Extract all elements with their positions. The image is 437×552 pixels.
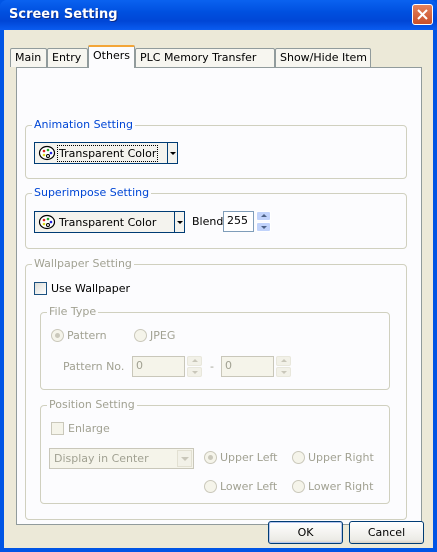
- chevron-down-icon[interactable]: [175, 211, 185, 233]
- superimpose-color-value: Transparent Color: [59, 215, 157, 229]
- enlarge-checkbox[interactable]: [51, 422, 64, 435]
- tab-entry[interactable]: Entry: [47, 48, 88, 67]
- chevron-down-icon[interactable]: [168, 142, 178, 164]
- tab-label: PLC Memory Transfer: [140, 51, 257, 64]
- use-wallpaper-label[interactable]: Use Wallpaper: [51, 282, 130, 295]
- tab-plc-memory-transfer[interactable]: PLC Memory Transfer: [135, 48, 275, 67]
- ok-button[interactable]: OK: [268, 521, 343, 544]
- pattern-from-input[interactable]: 0: [132, 356, 185, 377]
- others-tab-panel: Animation Setting Transparent Color Supe…: [16, 67, 422, 525]
- animation-setting-group: Animation Setting Transparent Color: [25, 118, 407, 179]
- lower-left-label[interactable]: Lower Left: [220, 480, 277, 493]
- jpeg-radio[interactable]: [134, 329, 147, 342]
- pattern-to-input[interactable]: 0: [221, 356, 274, 377]
- use-wallpaper-checkbox[interactable]: [34, 282, 47, 295]
- spin-down-icon[interactable]: [256, 222, 271, 232]
- lower-right-label[interactable]: Lower Right: [308, 480, 373, 493]
- display-position-value: Display in Center: [54, 452, 149, 465]
- upper-left-label[interactable]: Upper Left: [220, 451, 278, 464]
- tab-label: Entry: [52, 51, 82, 64]
- chevron-down-icon[interactable]: [177, 450, 192, 467]
- display-position-select[interactable]: Display in Center: [49, 448, 194, 469]
- spin-down-icon[interactable]: [187, 367, 202, 377]
- dialog-body: Main Entry Others PLC Memory Transfer Sh…: [4, 30, 433, 548]
- position-setting-group: Position Setting Enlarge Display in Cent…: [40, 398, 390, 504]
- window-title: Screen Setting: [9, 7, 118, 22]
- tab-label: Main: [15, 51, 42, 64]
- lower-left-radio[interactable]: [204, 480, 217, 493]
- jpeg-label[interactable]: JPEG: [150, 329, 175, 342]
- pattern-to-spinner[interactable]: [276, 356, 291, 377]
- title-bar[interactable]: Screen Setting: [0, 0, 437, 30]
- spin-up-icon[interactable]: [256, 211, 271, 221]
- upper-right-label[interactable]: Upper Right: [308, 451, 374, 464]
- tab-show-hide-item[interactable]: Show/Hide Item: [275, 48, 371, 67]
- superimpose-setting-label: Superimpose Setting: [32, 186, 152, 199]
- position-setting-label: Position Setting: [47, 398, 137, 411]
- animation-setting-label: Animation Setting: [32, 118, 135, 131]
- animation-color-dropdown[interactable]: Transparent Color: [34, 142, 178, 164]
- palette-icon: [38, 145, 56, 161]
- animation-color-button[interactable]: Transparent Color: [34, 142, 168, 164]
- enlarge-label[interactable]: Enlarge: [68, 422, 110, 435]
- spin-down-icon[interactable]: [276, 367, 291, 377]
- tab-main[interactable]: Main: [10, 48, 47, 67]
- pattern-from-spinner[interactable]: [187, 356, 202, 377]
- tab-label: Others: [93, 49, 130, 62]
- spin-up-icon[interactable]: [276, 356, 291, 366]
- wallpaper-setting-label: Wallpaper Setting: [32, 257, 134, 270]
- blend-spinner[interactable]: [256, 211, 271, 232]
- tab-label: Show/Hide Item: [280, 51, 368, 64]
- file-type-group: File Type Pattern JPEG Pattern No. 0 - 0: [40, 305, 390, 390]
- blend-label: Blend: [192, 215, 224, 228]
- upper-left-radio[interactable]: [204, 451, 217, 464]
- screen-setting-window: Screen Setting Main Entry Others PLC Mem…: [0, 0, 437, 552]
- superimpose-setting-group: Superimpose Setting Transparent Color Bl…: [25, 186, 407, 249]
- palette-icon: [38, 214, 56, 230]
- animation-color-value: Transparent Color: [56, 144, 159, 162]
- lower-right-radio[interactable]: [292, 480, 305, 493]
- file-type-label: File Type: [47, 305, 99, 318]
- pattern-radio[interactable]: [51, 329, 64, 342]
- blend-input[interactable]: 255: [223, 211, 254, 232]
- superimpose-color-button[interactable]: Transparent Color: [34, 211, 175, 233]
- wallpaper-setting-group: Wallpaper Setting Use Wallpaper File Typ…: [25, 257, 407, 520]
- spin-up-icon[interactable]: [187, 356, 202, 366]
- close-icon: [417, 9, 428, 20]
- tab-others[interactable]: Others: [88, 45, 135, 68]
- upper-right-radio[interactable]: [292, 451, 305, 464]
- pattern-no-label: Pattern No.: [63, 360, 125, 373]
- superimpose-color-dropdown[interactable]: Transparent Color: [34, 211, 185, 233]
- close-button[interactable]: [412, 4, 433, 25]
- pattern-range-separator: -: [210, 360, 214, 373]
- cancel-button[interactable]: Cancel: [349, 521, 424, 544]
- pattern-label[interactable]: Pattern: [67, 329, 107, 342]
